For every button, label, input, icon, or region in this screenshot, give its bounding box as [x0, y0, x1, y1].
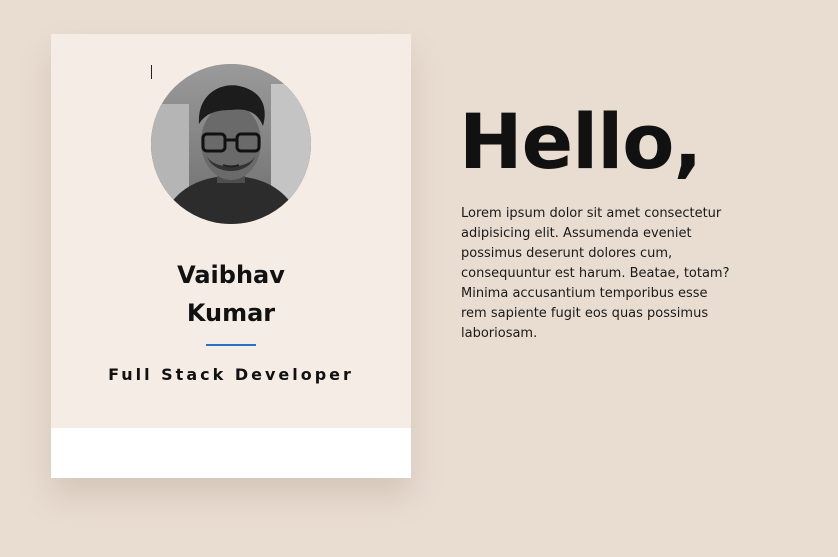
greeting-heading: Hello,	[459, 97, 702, 186]
profile-photo-icon	[151, 64, 311, 224]
profile-card: Vaibhav Kumar Full Stack Developer	[51, 34, 411, 478]
last-name: Kumar	[186, 299, 276, 327]
intro-paragraph: Lorem ipsum dolor sit amet consectetur a…	[461, 206, 730, 341]
name-divider	[206, 344, 256, 346]
profile-name: Vaibhav Kumar	[51, 256, 411, 332]
job-title: Full Stack Developer	[108, 365, 354, 384]
profile-card-header: Vaibhav Kumar Full Stack Developer	[51, 34, 411, 428]
avatar	[151, 64, 311, 224]
first-name: Vaibhav	[177, 261, 285, 289]
text-cursor	[151, 65, 152, 79]
